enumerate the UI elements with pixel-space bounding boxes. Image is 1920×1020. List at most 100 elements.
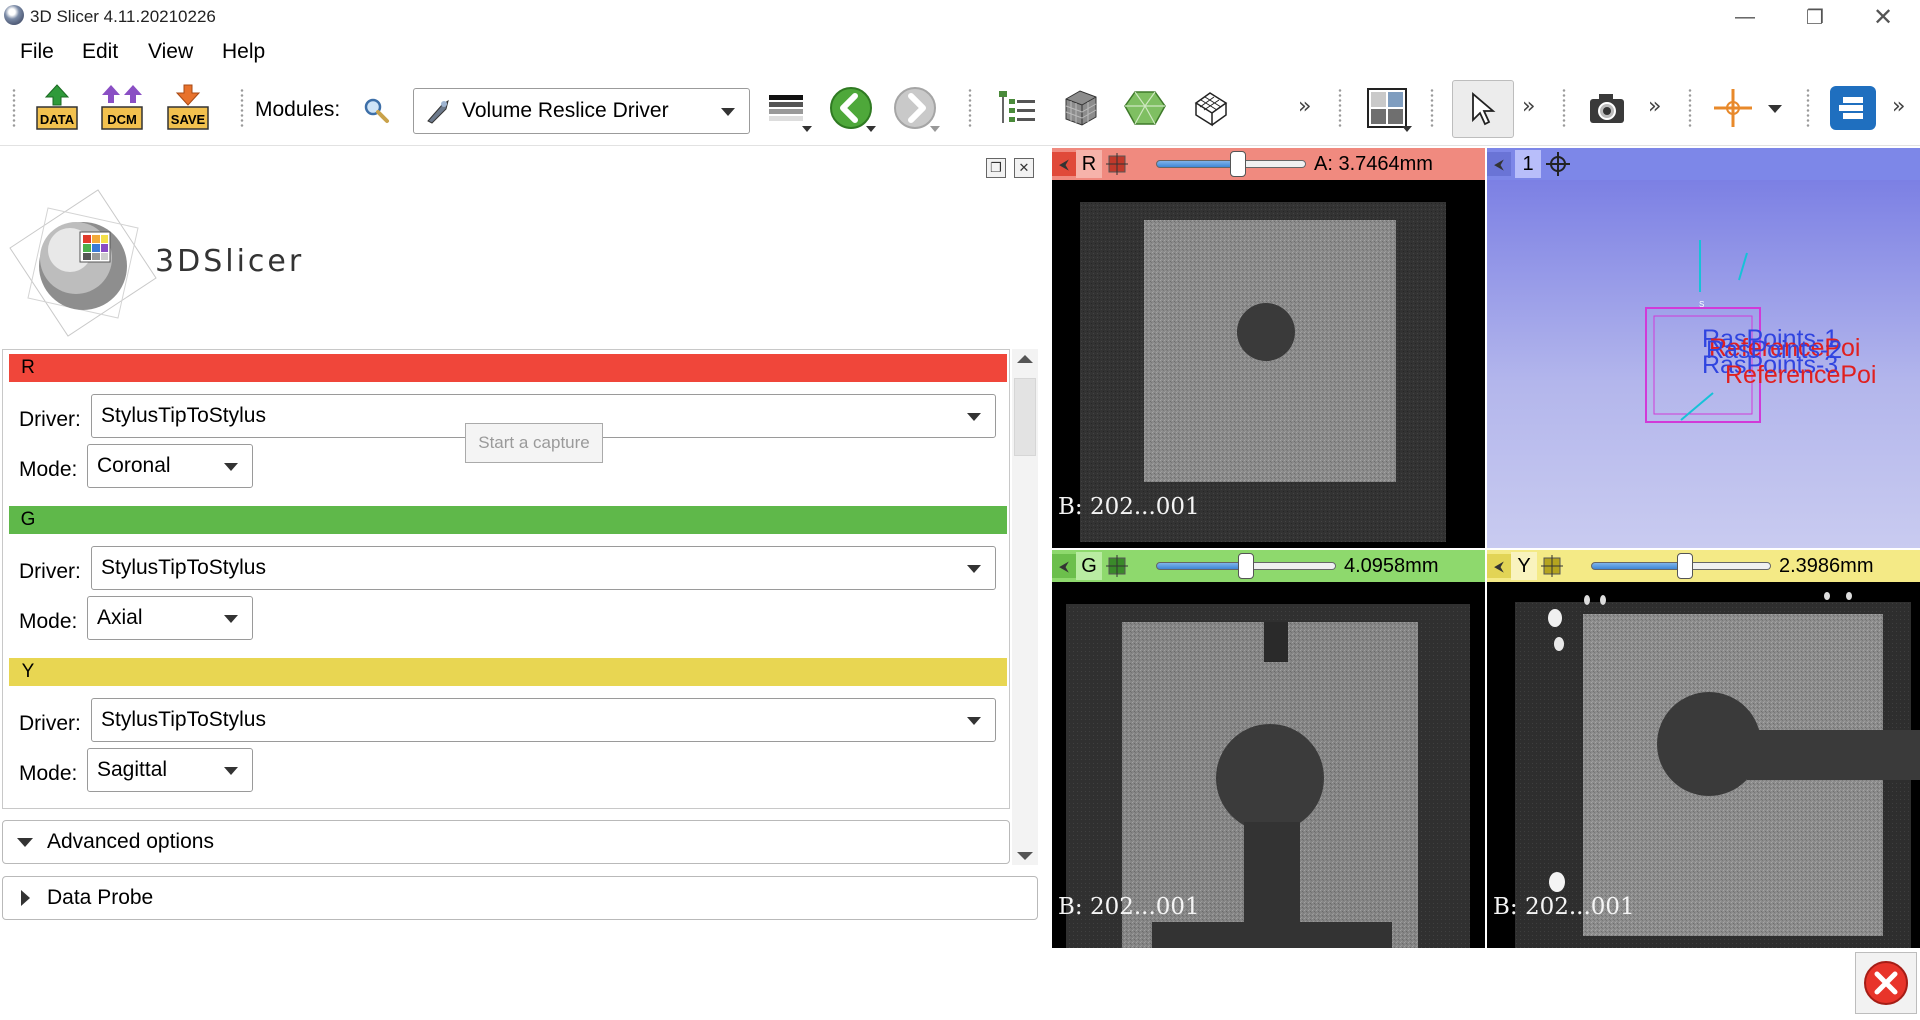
chevron-down-icon bbox=[967, 413, 981, 421]
save-icon: SAVE bbox=[167, 84, 209, 130]
data-module-button[interactable] bbox=[990, 80, 1044, 136]
red-background-label: B: 202...001 bbox=[1058, 494, 1200, 520]
pin-icon[interactable]: ⮜ bbox=[1052, 152, 1076, 176]
scroll-down-icon[interactable] bbox=[1017, 852, 1033, 860]
dicom-icon: DCM bbox=[101, 85, 143, 130]
green-driver-value: StylusTipToStylus bbox=[101, 556, 266, 579]
extension-manager-button[interactable] bbox=[1826, 80, 1880, 136]
slider-thumb[interactable] bbox=[1676, 553, 1693, 579]
model-gem-icon bbox=[1124, 91, 1166, 125]
yellow-mode-select[interactable]: Sagittal bbox=[87, 748, 253, 792]
center-view-icon[interactable] bbox=[1545, 151, 1571, 177]
pin-icon[interactable]: ⮜ bbox=[1487, 554, 1511, 578]
yellow-slice-image: B: 202...001 bbox=[1487, 582, 1920, 948]
red-section-header: R bbox=[9, 354, 1007, 382]
green-mode-select[interactable]: Axial bbox=[87, 596, 253, 640]
save-button[interactable]: SAVE bbox=[161, 80, 215, 136]
red-slice-image: B: 202...001 bbox=[1052, 180, 1485, 548]
yellow-slice-view[interactable]: ⮜ Y 2.3986mm B: 202...001 bbox=[1487, 550, 1920, 948]
volume-cube-icon bbox=[1065, 90, 1097, 126]
yellow-slice-offset: 2.3986mm bbox=[1779, 554, 1874, 577]
close-panel-button[interactable]: ✕ bbox=[1014, 158, 1034, 178]
toolbar-grip[interactable] bbox=[1562, 88, 1566, 128]
red-mode-label: Mode: bbox=[19, 458, 78, 481]
forward-button[interactable] bbox=[888, 80, 942, 136]
back-button[interactable] bbox=[824, 80, 878, 136]
scroll-up-icon[interactable] bbox=[1017, 355, 1033, 363]
menu-file[interactable]: File bbox=[20, 40, 54, 64]
pin-icon[interactable]: ⮜ bbox=[1052, 554, 1076, 578]
svg-text:SAVE: SAVE bbox=[171, 112, 206, 127]
module-selected-text: Volume Reslice Driver bbox=[462, 99, 669, 122]
toolbar-overflow-button[interactable]: » bbox=[1892, 94, 1905, 119]
slicer-app-icon bbox=[4, 5, 24, 25]
scrollbar-thumb[interactable] bbox=[1014, 378, 1036, 456]
green-slice-slider[interactable] bbox=[1156, 553, 1336, 579]
models-module-button[interactable] bbox=[1118, 80, 1172, 136]
link-icon[interactable] bbox=[1539, 553, 1565, 579]
yellow-driver-select[interactable]: StylusTipToStylus bbox=[91, 698, 996, 742]
toolbar-grip[interactable] bbox=[1430, 88, 1434, 128]
pin-icon[interactable]: ⮜ bbox=[1487, 152, 1511, 176]
green-slice-offset: 4.0958mm bbox=[1344, 554, 1439, 577]
menu-view[interactable]: View bbox=[148, 40, 193, 64]
toolbar-grip[interactable] bbox=[1688, 88, 1692, 128]
red-mode-select[interactable]: Coronal bbox=[87, 444, 253, 488]
cursor-arrow-icon bbox=[1472, 92, 1496, 126]
yellow-slice-slider[interactable] bbox=[1591, 553, 1771, 579]
chevron-down-icon bbox=[930, 126, 940, 132]
minimize-button[interactable]: — bbox=[1710, 0, 1780, 34]
link-icon[interactable] bbox=[1104, 553, 1130, 579]
toolbar-overflow-button[interactable]: » bbox=[1648, 94, 1661, 119]
volumes-module-button[interactable] bbox=[1054, 80, 1108, 136]
slider-thumb[interactable] bbox=[1230, 151, 1247, 177]
layout-grid-icon bbox=[1367, 88, 1407, 128]
red-slice-slider[interactable] bbox=[1156, 151, 1306, 177]
layout-button[interactable] bbox=[1360, 80, 1414, 136]
undock-button[interactable]: ❐ bbox=[986, 158, 1006, 178]
transforms-module-button[interactable] bbox=[1186, 80, 1240, 136]
green-driver-select[interactable]: StylusTipToStylus bbox=[91, 546, 996, 590]
module-search-button[interactable] bbox=[362, 96, 390, 129]
toolbar-grip[interactable] bbox=[968, 88, 972, 128]
advanced-options-label: Advanced options bbox=[47, 830, 214, 853]
toolbar-grip[interactable] bbox=[1338, 88, 1342, 128]
green-slice-view[interactable]: ⮜ G 4.0958mm B: 202...001 bbox=[1052, 550, 1485, 948]
green-mode-label: Mode: bbox=[19, 610, 78, 633]
yellow-section-tag: Y bbox=[15, 658, 41, 686]
green-background-label: B: 202...001 bbox=[1058, 894, 1200, 920]
close-window-button[interactable]: ✕ bbox=[1848, 0, 1918, 34]
crosshair-button[interactable] bbox=[1706, 80, 1760, 136]
error-log-button[interactable] bbox=[1855, 952, 1917, 1014]
window-level-icon bbox=[769, 95, 803, 121]
screenshot-button[interactable] bbox=[1580, 80, 1634, 136]
restore-button[interactable]: ❐ bbox=[1780, 0, 1850, 34]
yellow-view-letter: Y bbox=[1511, 552, 1537, 580]
slider-thumb[interactable] bbox=[1238, 553, 1254, 579]
red-slice-view[interactable]: ⮜ R A: 3.7464mm B: 202...001 bbox=[1052, 148, 1485, 548]
link-icon[interactable] bbox=[1104, 151, 1130, 177]
toolbar-grip[interactable] bbox=[240, 88, 244, 128]
toolbar-overflow-button[interactable]: » bbox=[1522, 94, 1535, 119]
threed-view-controller: ⮜ 1 bbox=[1487, 148, 1920, 180]
toolbar-overflow-button[interactable]: » bbox=[1298, 94, 1311, 119]
slicer-logo-text: 3DSlicer bbox=[155, 244, 305, 279]
threed-view[interactable]: ⮜ 1 S RasPoints-1 ReferencePoi RasPoints… bbox=[1487, 148, 1920, 548]
toolbar-grip[interactable] bbox=[12, 88, 16, 128]
svg-text:DCM: DCM bbox=[107, 112, 137, 127]
advanced-options-section[interactable]: Advanced options bbox=[2, 820, 1010, 864]
chevron-down-icon bbox=[721, 108, 735, 116]
red-mode-value: Coronal bbox=[97, 454, 171, 477]
pointer-mode-button[interactable] bbox=[1452, 80, 1514, 138]
window-level-button[interactable] bbox=[760, 80, 814, 136]
yellow-slice-controller: ⮜ Y 2.3986mm bbox=[1487, 550, 1920, 582]
toolbar-grip[interactable] bbox=[1806, 88, 1810, 128]
dicom-button[interactable]: DCM bbox=[95, 80, 149, 136]
load-data-button[interactable]: DATA bbox=[30, 80, 84, 136]
reslice-driver-frame: R Driver: StylusTipToStylus Mode: Corona… bbox=[2, 349, 1010, 809]
module-selector[interactable]: Volume Reslice Driver bbox=[413, 88, 750, 134]
menu-help[interactable]: Help bbox=[222, 40, 265, 64]
chevron-down-icon[interactable] bbox=[1768, 105, 1782, 113]
data-probe-section[interactable]: Data Probe bbox=[2, 876, 1038, 920]
menu-edit[interactable]: Edit bbox=[82, 40, 118, 64]
